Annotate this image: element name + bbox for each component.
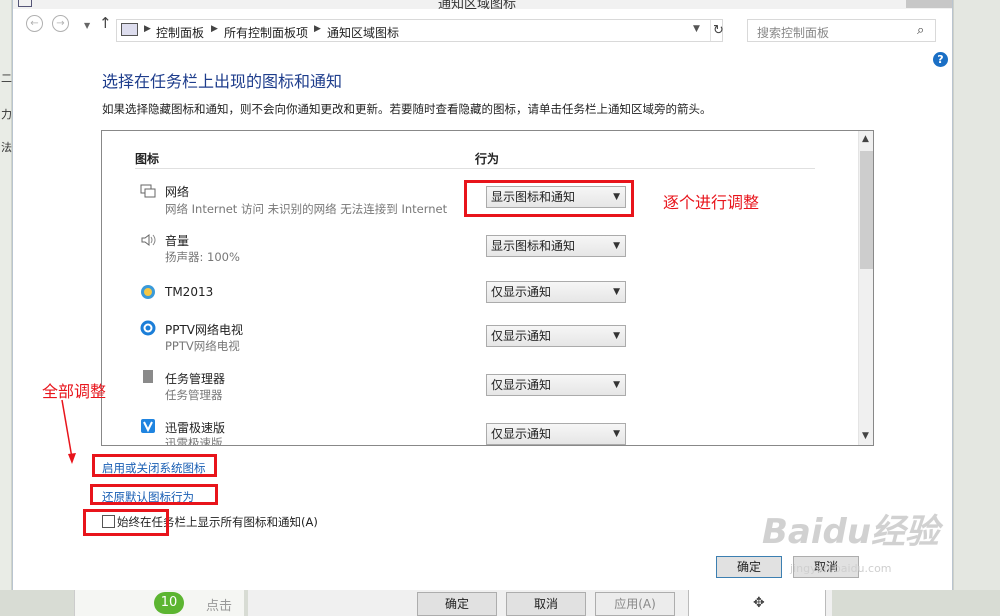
row-name: 音量	[165, 234, 190, 248]
header-divider	[135, 168, 815, 169]
count-badge: 10	[154, 592, 184, 614]
annotation-highlight-checkbox	[83, 509, 169, 536]
background-ok-button[interactable]: 确定	[417, 592, 497, 616]
annotation-adjust-each: 逐个进行调整	[663, 193, 760, 212]
column-header-behavior: 行为	[475, 152, 500, 166]
chevron-down-icon: ▼	[613, 331, 620, 341]
close-button[interactable]	[906, 0, 952, 8]
page-title: 选择在任务栏上出现的图标和通知	[102, 72, 343, 91]
background-apply-button[interactable]: 应用(A)	[595, 592, 675, 616]
annotation-highlight-dropdown	[464, 180, 634, 217]
title-bar[interactable]: 通知区域图标	[13, 0, 952, 9]
background-text: 法	[1, 141, 12, 154]
chevron-up-icon[interactable]: ▲	[862, 134, 869, 144]
chevron-right-icon[interactable]: ▶	[211, 24, 218, 34]
pptv-icon	[140, 320, 156, 336]
search-icon[interactable]: ⌕	[917, 23, 924, 38]
tm2013-icon	[141, 285, 155, 299]
row-description: 网络 Internet 访问 未识别的网络 无法连接到 Internet	[165, 202, 448, 216]
icon-list-panel: 图标 行为 网络 网络 Internet 访问 未识别的网络 无法连接到 Int…	[101, 130, 874, 446]
chevron-down-icon: ▼	[613, 241, 620, 251]
behavior-select-value: 仅显示通知	[491, 378, 552, 392]
chevron-down-icon[interactable]: ▼	[693, 24, 700, 34]
row-description: PPTV网络电视	[165, 339, 240, 353]
ok-button[interactable]: 确定	[716, 556, 782, 578]
behavior-select-value: 显示图标和通知	[491, 239, 576, 253]
forward-arrow-icon[interactable]: →	[52, 15, 69, 32]
annotation-highlight-restore	[90, 484, 218, 505]
window-title: 通知区域图标	[438, 0, 517, 9]
row-description: 扬声器: 100%	[165, 250, 240, 264]
chevron-down-icon: ▼	[613, 380, 620, 390]
recent-pages-icon[interactable]: ▼	[84, 21, 90, 30]
row-name: TM2013	[165, 285, 214, 299]
chevron-down-icon: ▼	[613, 287, 620, 297]
network-icon	[140, 184, 156, 198]
search-placeholder: 搜索控制面板	[757, 26, 830, 40]
row-name: PPTV网络电视	[165, 323, 244, 337]
breadcrumb-control-panel[interactable]: 控制面板	[156, 24, 204, 41]
row-description: 迅雷极速版	[165, 436, 223, 446]
chevron-right-icon[interactable]: ▶	[314, 24, 321, 34]
background-text: 力	[1, 108, 12, 121]
background-text: 二	[1, 72, 12, 85]
chevron-down-icon[interactable]: ▼	[862, 431, 869, 441]
annotation-adjust-all: 全部调整	[42, 382, 107, 401]
behavior-select-value: 仅显示通知	[491, 285, 552, 299]
search-input[interactable]: 搜索控制面板 ⌕	[747, 19, 936, 42]
behavior-select-value: 仅显示通知	[491, 427, 552, 441]
row-name: 网络	[165, 185, 190, 199]
help-icon[interactable]: ?	[933, 52, 948, 67]
task-manager-icon	[143, 370, 153, 383]
row-name: 任务管理器	[165, 372, 226, 386]
baidu-watermark-url: jingyan.baidu.com	[790, 562, 892, 575]
control-panel-icon	[121, 23, 138, 36]
behavior-select[interactable]: 仅显示通知 ▼	[486, 374, 626, 396]
behavior-select[interactable]: 仅显示通知 ▼	[486, 281, 626, 303]
behavior-select[interactable]: 仅显示通知 ▼	[486, 423, 626, 445]
behavior-select[interactable]: 仅显示通知 ▼	[486, 325, 626, 347]
background-window-right	[953, 0, 1000, 616]
breadcrumb-all-items[interactable]: 所有控制面板项	[224, 24, 308, 41]
behavior-select-value: 仅显示通知	[491, 329, 552, 343]
page-description: 如果选择隐藏图标和通知，则不会向你通知更改和更新。若要随时查看隐藏的图标，请单击…	[102, 102, 712, 116]
scrollbar-thumb[interactable]	[860, 151, 873, 269]
speaker-icon	[141, 234, 156, 246]
chevron-down-icon: ▼	[613, 429, 620, 439]
move-icon: ✥	[753, 595, 765, 611]
background-window-left: 二 力 法	[0, 0, 12, 616]
row-name: 迅雷极速版	[165, 421, 226, 435]
breadcrumb-notification-icons[interactable]: 通知区域图标	[327, 24, 399, 41]
refresh-icon[interactable]: ↻	[710, 20, 724, 41]
background-cancel-button[interactable]: 取消	[506, 592, 586, 616]
column-header-icon: 图标	[135, 152, 160, 166]
row-description: 任务管理器	[165, 388, 223, 402]
baidu-watermark: Baidu经验	[762, 512, 940, 552]
vertical-scrollbar[interactable]: ▲ ▼	[858, 131, 873, 445]
window-icon	[18, 0, 32, 7]
address-bar[interactable]: ▶ 控制面板 ▶ 所有控制面板项 ▶ 通知区域图标 ▼ ↻	[116, 19, 724, 42]
annotation-highlight-system-icons	[92, 454, 217, 477]
up-arrow-icon[interactable]: ↑	[99, 14, 112, 32]
back-arrow-icon[interactable]: ←	[26, 15, 43, 32]
chevron-right-icon[interactable]: ▶	[144, 24, 151, 34]
xunlei-icon	[141, 419, 155, 433]
background-text: 点击	[206, 599, 233, 614]
behavior-select[interactable]: 显示图标和通知 ▼	[486, 235, 626, 257]
